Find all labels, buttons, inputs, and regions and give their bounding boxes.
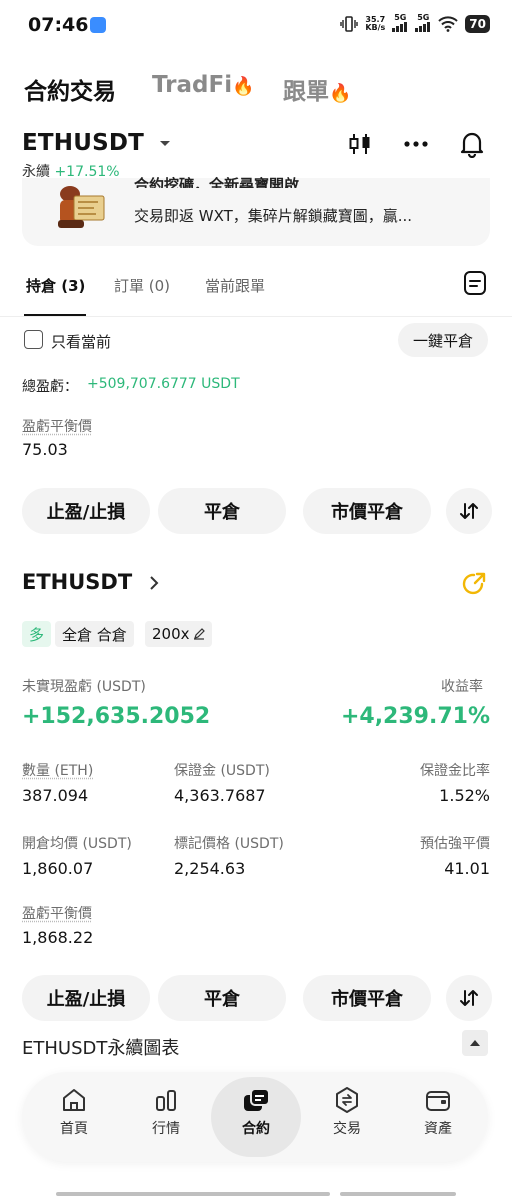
banner-title: 合約挖礦，全新尋寶開啟 bbox=[134, 176, 300, 188]
position-breakeven-value: 1,868.22 bbox=[22, 928, 94, 947]
entry-price-value: 1,860.07 bbox=[22, 859, 94, 878]
net-speed: 35.7 KB/s bbox=[365, 15, 386, 32]
breakeven-label: 盈虧平衡價 bbox=[22, 419, 92, 435]
candlestick-icon[interactable] bbox=[346, 130, 374, 158]
fire-icon: 🔥 bbox=[232, 76, 255, 97]
liq-price-value: 41.01 bbox=[444, 859, 490, 878]
swap-icon bbox=[460, 503, 478, 519]
margin-ratio-label: 保證金比率 bbox=[420, 763, 490, 779]
signal-2: 5G bbox=[415, 14, 431, 34]
tab-futures[interactable]: 合約交易 bbox=[24, 72, 116, 106]
more-icon[interactable] bbox=[402, 130, 430, 158]
position-tpsl-button[interactable]: 止盈/止損 bbox=[22, 975, 150, 1021]
banner-text: 交易即返 WXT，集碎片解鎖藏寶圖，贏... bbox=[134, 207, 413, 225]
caret-up-icon bbox=[470, 1040, 480, 1046]
roi-label: 收益率 bbox=[441, 679, 483, 695]
quantity-label: 數量 (ETH) bbox=[22, 763, 94, 779]
wifi-icon bbox=[438, 16, 458, 32]
close-all-button[interactable]: 一鍵平倉 bbox=[398, 323, 488, 357]
margin-ratio-value: 1.52% bbox=[439, 786, 490, 805]
position-market-close-button[interactable]: 市價平倉 bbox=[303, 975, 431, 1021]
tab-current-copy[interactable]: 當前跟單 bbox=[205, 275, 265, 296]
status-indicators: 35.7 KB/s 5G 5G 70 bbox=[340, 14, 490, 34]
swap-icon bbox=[460, 990, 478, 1006]
tab-tradfi[interactable]: TradFi🔥 bbox=[152, 72, 255, 98]
margin-mode-tag: 全倉 合倉 bbox=[55, 621, 134, 647]
total-pnl-label: 總盈虧： bbox=[22, 379, 78, 395]
tab-copy-trading[interactable]: 跟單🔥 bbox=[283, 72, 351, 106]
wallet-icon bbox=[426, 1091, 450, 1111]
caret-down-icon bbox=[160, 140, 171, 146]
roi-value: +4,239.71% bbox=[340, 704, 490, 729]
tab-orders[interactable]: 訂單 (0) bbox=[114, 275, 170, 296]
edit-icon bbox=[193, 628, 205, 640]
fire-icon: 🔥 bbox=[329, 83, 352, 104]
status-time: 07:46 bbox=[28, 14, 89, 36]
chevron-right-icon bbox=[149, 576, 158, 590]
margin-label: 保證金 (USDT) bbox=[174, 763, 270, 779]
trade-icon bbox=[336, 1087, 358, 1113]
gesture-bar bbox=[56, 1192, 330, 1196]
treasure-character-image bbox=[48, 180, 112, 232]
share-icon[interactable] bbox=[460, 570, 488, 602]
quantity-value: 387.094 bbox=[22, 786, 89, 805]
tab-positions[interactable]: 持倉 (3) bbox=[26, 275, 85, 296]
position-reverse-button[interactable] bbox=[446, 975, 492, 1021]
position-breakeven-label: 盈虧平衡價 bbox=[22, 906, 92, 922]
divider bbox=[0, 316, 512, 317]
battery-level: 70 bbox=[465, 15, 490, 33]
bell-icon[interactable] bbox=[458, 130, 486, 158]
position-symbol[interactable]: ETHUSDT bbox=[22, 570, 160, 594]
liq-price-label: 預估強平價 bbox=[420, 836, 490, 852]
position-close-button[interactable]: 平倉 bbox=[158, 975, 286, 1021]
breakeven-value: 75.03 bbox=[22, 440, 68, 459]
notes-icon[interactable] bbox=[463, 270, 487, 300]
only-current-checkbox[interactable] bbox=[24, 330, 43, 349]
signal-1: 5G bbox=[392, 14, 408, 34]
chart-section-title[interactable]: ETHUSDT永續圖表 bbox=[22, 1034, 179, 1060]
unrealized-pnl-value: +152,635.2052 bbox=[22, 704, 211, 729]
unrealized-pnl-label: 未實現盈虧 (USDT) bbox=[22, 679, 146, 695]
only-current-label: 只看當前 bbox=[51, 333, 112, 351]
reverse-position-button[interactable] bbox=[446, 488, 492, 534]
nav-assets[interactable]: 資產 bbox=[398, 1086, 478, 1138]
market-icon bbox=[156, 1090, 176, 1111]
total-pnl-value: +509,707.6777 USDT bbox=[87, 376, 240, 392]
side-tag: 多 bbox=[22, 621, 52, 647]
nav-futures[interactable]: 合約 bbox=[216, 1086, 296, 1138]
pair-selector[interactable]: ETHUSDT bbox=[22, 130, 172, 156]
leverage-tag[interactable]: 200x bbox=[145, 621, 212, 647]
gesture-bar-secondary bbox=[340, 1192, 456, 1196]
mark-price-value: 2,254.63 bbox=[174, 859, 246, 878]
vibrate-icon bbox=[340, 16, 359, 32]
collapse-button[interactable] bbox=[462, 1030, 488, 1056]
app-notification-icon bbox=[90, 17, 106, 33]
nav-market[interactable]: 行情 bbox=[126, 1086, 206, 1138]
tpsl-button[interactable]: 止盈/止損 bbox=[22, 488, 150, 534]
nav-home[interactable]: 首頁 bbox=[34, 1086, 114, 1138]
close-button[interactable]: 平倉 bbox=[158, 488, 286, 534]
futures-icon bbox=[244, 1088, 270, 1111]
mark-price-label: 標記價格 (USDT) bbox=[174, 836, 284, 852]
entry-price-label: 開倉均價 (USDT) bbox=[22, 836, 132, 852]
market-close-button[interactable]: 市價平倉 bbox=[303, 488, 431, 534]
home-icon bbox=[63, 1089, 85, 1111]
nav-trade[interactable]: 交易 bbox=[307, 1086, 387, 1138]
margin-value: 4,363.7687 bbox=[174, 786, 266, 805]
